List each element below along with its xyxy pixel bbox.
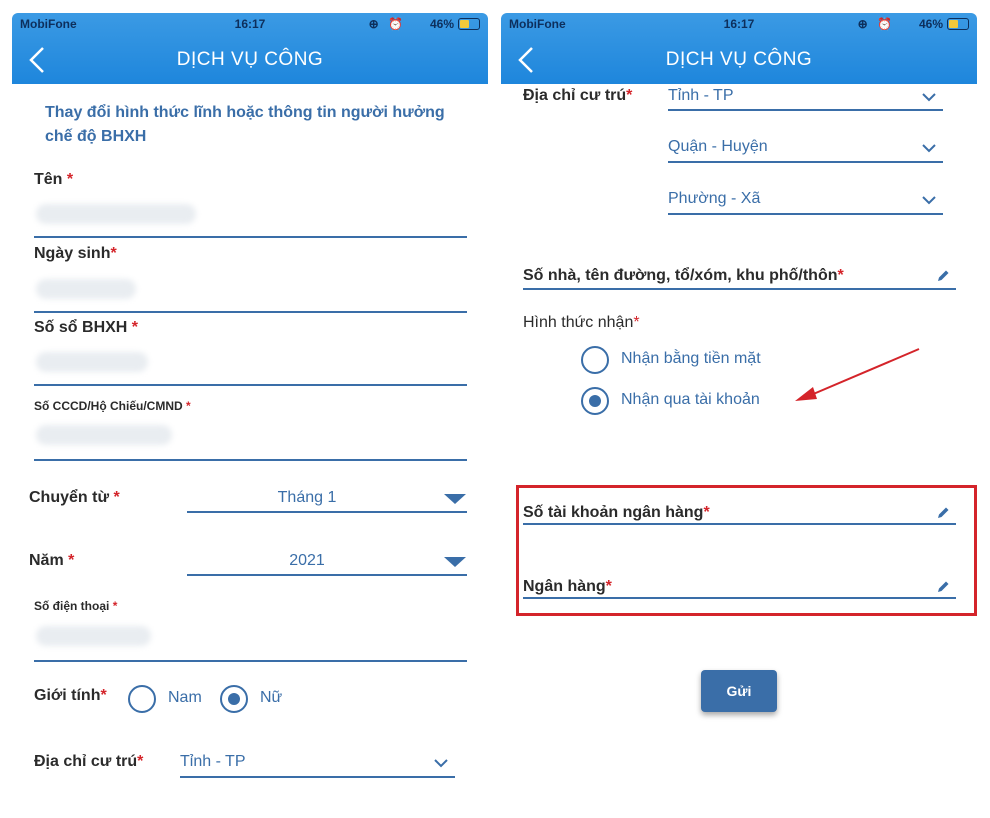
address-label: Địa chỉ cư trú* bbox=[34, 753, 144, 770]
receive-account-text: Nhận qua tài khoản bbox=[621, 391, 760, 408]
bank-account-underline[interactable] bbox=[523, 523, 956, 525]
district-select[interactable]: Quận - Huyện bbox=[668, 138, 768, 156]
dropdown-triangle-icon[interactable] bbox=[444, 494, 466, 504]
id-field-underline[interactable] bbox=[34, 459, 467, 461]
chevron-down-icon[interactable] bbox=[921, 195, 937, 205]
bhxh-value-blurred bbox=[36, 352, 148, 372]
pencil-icon[interactable] bbox=[936, 506, 950, 520]
move-from-label: Chuyển từ * bbox=[29, 489, 120, 506]
status-icons: ⊕ ⏰ bbox=[368, 17, 406, 31]
dob-value-blurred bbox=[36, 279, 136, 299]
bank-underline[interactable] bbox=[523, 597, 956, 599]
bhxh-field-underline[interactable] bbox=[34, 384, 467, 386]
left-screen: MobiFone 16:17 ⊕ ⏰ 46% DỊCH VỤ CÔNG Thay… bbox=[12, 13, 488, 818]
gender-male-text: Nam bbox=[168, 689, 202, 706]
name-value-blurred bbox=[36, 204, 196, 224]
move-from-select[interactable]: Tháng 1 bbox=[187, 489, 427, 507]
province-select[interactable]: Tỉnh - TP bbox=[668, 87, 734, 105]
pencil-icon[interactable] bbox=[936, 580, 950, 594]
battery-icon bbox=[458, 18, 480, 30]
id-value-blurred bbox=[36, 425, 172, 445]
app-header: MobiFone 16:17 ⊕ ⏰ 46% DỊCH VỤ CÔNG bbox=[12, 13, 488, 84]
dob-label: Ngày sinh* bbox=[34, 245, 117, 262]
gender-female-radio[interactable] bbox=[220, 685, 248, 713]
gender-label: Giới tính* bbox=[34, 687, 107, 704]
chevron-down-icon[interactable] bbox=[921, 143, 937, 153]
status-time: 16:17 bbox=[234, 17, 266, 31]
address-label: Địa chỉ cư trú* bbox=[523, 87, 633, 104]
year-select[interactable]: 2021 bbox=[187, 552, 427, 570]
bhxh-label: Số sổ BHXH * bbox=[34, 319, 139, 336]
phone-label: Số điện thoại * bbox=[34, 599, 118, 613]
province-underline bbox=[180, 776, 455, 778]
dropdown-triangle-icon[interactable] bbox=[444, 557, 466, 567]
bank-account-label: Số tài khoản ngân hàng* bbox=[523, 504, 710, 521]
move-from-underline bbox=[187, 511, 467, 513]
app-header: MobiFone 16:17 ⊕ ⏰ 46% DỊCH VỤ CÔNG bbox=[501, 13, 977, 84]
status-icons: ⊕ ⏰ bbox=[857, 17, 895, 31]
street-label: Số nhà, tên đường, tổ/xóm, khu phố/thôn* bbox=[523, 267, 844, 284]
receive-cash-radio[interactable] bbox=[581, 346, 609, 374]
status-bar: MobiFone 16:17 ⊕ ⏰ 46% bbox=[501, 15, 977, 35]
id-label: Số CCCD/Hộ Chiếu/CMND * bbox=[34, 399, 191, 413]
submit-button[interactable]: Gửi bbox=[701, 670, 777, 712]
receive-account-radio[interactable] bbox=[581, 387, 609, 415]
header-title: DỊCH VỤ CÔNG bbox=[176, 49, 324, 70]
chevron-down-icon[interactable] bbox=[921, 92, 937, 102]
district-underline bbox=[668, 161, 943, 163]
chevron-down-icon[interactable] bbox=[433, 758, 449, 768]
receive-method-label: Hình thức nhận* bbox=[523, 314, 640, 331]
header-title: DỊCH VỤ CÔNG bbox=[665, 49, 813, 70]
status-bar: MobiFone 16:17 ⊕ ⏰ 46% bbox=[12, 15, 488, 35]
status-time: 16:17 bbox=[723, 17, 755, 31]
phone-value-blurred bbox=[36, 626, 151, 646]
battery-icon bbox=[947, 18, 969, 30]
ward-select[interactable]: Phường - Xã bbox=[668, 190, 760, 208]
pencil-icon[interactable] bbox=[936, 269, 950, 283]
year-label: Năm * bbox=[29, 552, 75, 569]
province-underline bbox=[668, 109, 943, 111]
year-underline bbox=[187, 574, 467, 576]
receive-cash-text: Nhận bằng tiền mặt bbox=[621, 350, 761, 367]
gender-female-text: Nữ bbox=[260, 689, 283, 706]
right-screen: MobiFone 16:17 ⊕ ⏰ 46% DỊCH VỤ CÔNG Địa … bbox=[501, 13, 977, 818]
form-heading: Thay đổi hình thức lĩnh hoặc thông tin n… bbox=[45, 104, 445, 145]
name-field-underline[interactable] bbox=[34, 236, 467, 238]
bank-label: Ngân hàng* bbox=[523, 578, 612, 595]
dob-field-underline[interactable] bbox=[34, 311, 467, 313]
street-field-underline[interactable] bbox=[523, 288, 956, 290]
red-arrow-annotation bbox=[795, 348, 920, 401]
name-label: Tên * bbox=[34, 171, 74, 188]
battery-percent: 46% bbox=[429, 17, 454, 31]
battery-percent: 46% bbox=[918, 17, 943, 31]
gender-male-radio[interactable] bbox=[128, 685, 156, 713]
province-select[interactable]: Tỉnh - TP bbox=[180, 753, 246, 771]
phone-field-underline[interactable] bbox=[34, 660, 467, 662]
ward-underline bbox=[668, 213, 943, 215]
